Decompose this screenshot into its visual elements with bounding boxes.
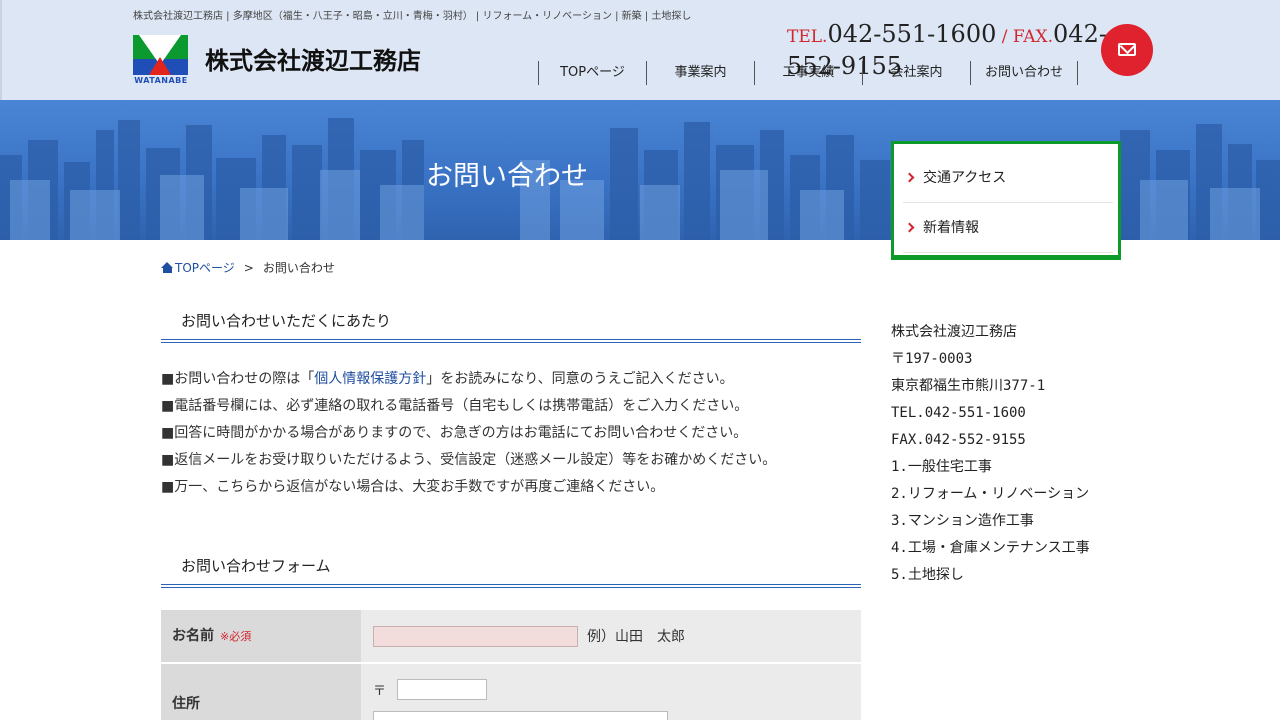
logo-mark-icon [133,35,188,75]
site-header: 株式会社渡辺工務店 | 多摩地区（福生・八王子・昭島・立川・青梅・羽村） | リ… [0,0,1280,100]
section-heading-form: お問い合わせフォーム [161,552,861,588]
info-service: 5.土地探し [891,567,964,583]
info-tel: TEL.042-551-1600 [891,405,1026,421]
tel-label: TEL. [787,27,828,47]
nav-item-company[interactable]: 会社案内 [862,61,970,85]
name-example: 例）山田 太郎 [587,629,685,645]
company-name[interactable]: 株式会社渡辺工務店 [205,41,421,76]
nav-item-business[interactable]: 事業案内 [646,61,754,85]
page-title: お問い合わせ [426,161,588,192]
section-heading-notes: お問い合わせいただくにあたり [161,307,861,343]
sidebar-company-info: 株式会社渡辺工務店 〒197-0003 東京都福生市熊川377-1 TEL.04… [891,319,1090,589]
fax-label: FAX. [1012,27,1054,47]
nav-item-contact[interactable]: お問い合わせ [970,61,1078,85]
name-field[interactable] [373,626,578,647]
note-line: ■万一、こちらから返信がない場合は、大変お手数ですが再度ご連絡ください。 [161,479,665,495]
info-service: 3.マンション造作工事 [891,513,1034,529]
breadcrumb-separator: > [243,261,254,275]
info-fax: FAX.042-552-9155 [891,432,1026,448]
side-menu-label: 新着情報 [923,220,979,236]
mail-button[interactable] [1101,24,1153,76]
breadcrumb-current: お問い合わせ [262,261,335,275]
company-logo[interactable]: WATANABE [133,35,189,85]
header-tagline: 株式会社渡辺工務店 | 多摩地区（福生・八王子・昭島・立川・青梅・羽村） | リ… [133,11,692,22]
info-address: 東京都福生市熊川377-1 [891,378,1046,394]
info-zip: 〒197-0003 [891,351,973,367]
zip-mark: 〒 [373,684,387,699]
side-menu-label: 交通アクセス [923,170,1007,186]
side-menu-item-access[interactable]: 交通アクセス [903,153,1113,203]
name-label: お名前 ※必須 [161,610,361,662]
nav-item-top[interactable]: TOPページ [538,61,646,85]
address-field[interactable] [373,711,668,720]
note-line: ■電話番号欄には、必ず連絡の取れる電話番号（自宅もしくは携帯電話）をご入力くださ… [161,398,749,414]
global-nav: TOPページ 事業案内 工事実績 会社案内 お問い合わせ [538,61,1078,85]
note-line: ■返信メールをお受け取りいただけるよう、受信設定（迷惑メール設定）等をお確かめく… [161,452,777,468]
privacy-policy-link[interactable]: 個人情報保護方針 [314,371,426,387]
side-menu-item-news[interactable]: 新着情報 [903,203,1113,253]
logo-wordmark: WATANABE [134,76,188,85]
zip-field[interactable] [397,679,487,700]
tel-number[interactable]: 042-551-1600 [827,20,996,48]
breadcrumb-home-link[interactable]: TOPページ [175,261,235,275]
info-service: 4.工場・倉庫メンテナンス工事 [891,540,1090,556]
home-icon [161,262,174,273]
breadcrumb: TOPページ > お問い合わせ [161,259,335,276]
note-line: ■回答に時間がかかる場合がありますので、お急ぎの方はお電話にてお問い合わせくださ… [161,425,748,441]
contact-notes: ■お問い合わせの際は「個人情報保護方針」をお読みになり、同意のうえご記入ください… [161,366,861,501]
tel-fax-separator: / [996,27,1013,47]
required-mark: ※必須 [220,630,252,643]
address-label: 住所 [161,664,361,720]
form-row-name: お名前 ※必須 例）山田 太郎 [161,610,861,662]
envelope-icon [1118,43,1136,56]
side-popup-menu: 交通アクセス 新着情報 [891,141,1121,260]
info-company: 株式会社渡辺工務店 [891,324,1017,340]
chevron-right-icon [904,172,915,183]
info-service: 2.リフォーム・リノベーション [891,486,1090,502]
note-line: ■お問い合わせの際は「個人情報保護方針」をお読みになり、同意のうえご記入ください… [161,371,734,387]
chevron-right-icon [904,222,915,233]
info-service: 1.一般住宅工事 [891,459,992,475]
nav-item-works[interactable]: 工事実績 [754,61,862,85]
